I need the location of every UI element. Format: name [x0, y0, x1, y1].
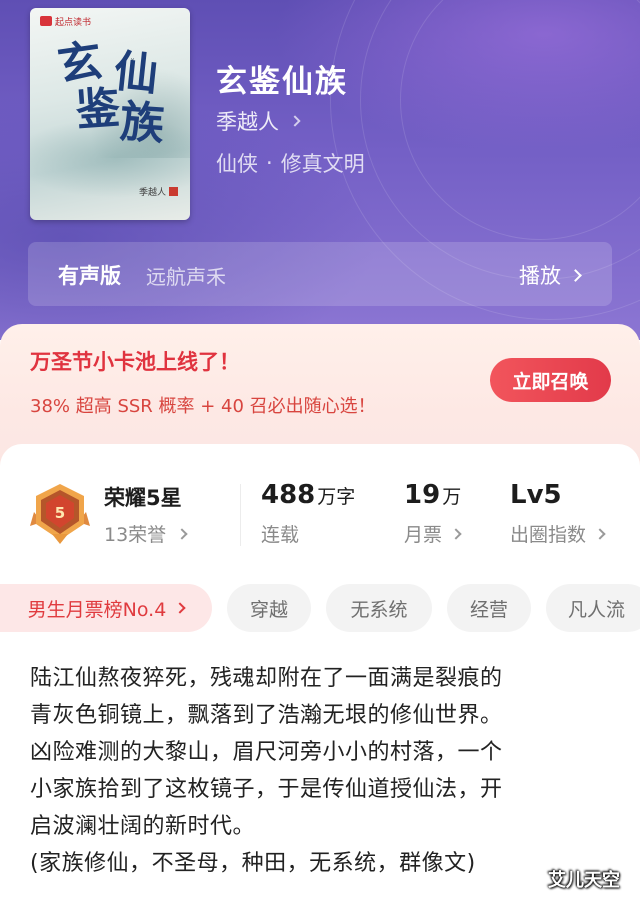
stat-value: Lv5: [510, 480, 562, 510]
honor-medal-icon: 5: [30, 482, 90, 546]
ranking-tag[interactable]: 男生月票榜No.4: [0, 584, 212, 632]
honor-link[interactable]: 13荣誉: [104, 520, 188, 547]
stat-unit: 万: [442, 486, 462, 508]
synopsis-line: (家族修仙，不圣母，种田，无系统，群像文): [30, 851, 476, 876]
watermark: 艾儿天空: [548, 870, 620, 891]
cover-title-char: 仙: [111, 45, 161, 102]
audiobook-narrator: 远航声禾: [146, 265, 226, 289]
cover-badge-text: 起点读书: [55, 17, 92, 28]
author-link[interactable]: 季越人: [216, 106, 301, 136]
medal-level: 5: [55, 504, 65, 522]
audiobook-bar[interactable]: 有声版 远航声禾 播放: [28, 242, 612, 306]
book-cover[interactable]: 起点读书 ˅ ˅ 玄 仙 鉴 族 季越人: [30, 8, 190, 220]
promo-description: 38% 超高 SSR 概率 + 40 召必出随心选！: [30, 396, 376, 417]
play-label: 播放: [519, 264, 561, 288]
stat-unit: 万字: [317, 486, 356, 508]
stat-value: 19: [404, 480, 441, 510]
synopsis-line: 凶险难测的大黎山，眉尺河旁小小的村落，一个: [30, 740, 503, 765]
cover-title-char: 鉴: [74, 82, 122, 137]
genre-separator: ·: [266, 151, 273, 175]
honor-count: 13荣誉: [104, 524, 167, 546]
summon-button[interactable]: 立即召唤: [490, 358, 611, 402]
cover-calligraphy-title: 玄 仙 鉴 族: [54, 35, 188, 182]
play-button[interactable]: 播放: [519, 260, 582, 290]
chevron-right-icon: [176, 527, 188, 540]
chevron-right-icon: [594, 527, 606, 540]
book-genre: 仙侠 · 修真文明: [216, 148, 365, 178]
stat-value: 488: [261, 480, 316, 510]
chevron-right-icon: [174, 602, 186, 614]
genre-tag[interactable]: 经营: [447, 584, 531, 632]
stat-label: 出圈指数: [510, 524, 587, 546]
stat-label: 连载: [261, 524, 300, 546]
ranking-label: 男生月票榜No.4: [27, 598, 167, 621]
genre-tag[interactable]: 穿越: [227, 584, 311, 632]
chevron-right-icon: [450, 527, 462, 540]
medal-graphic: 5: [30, 484, 90, 544]
promo-title: 万圣节小卡池上线了！: [30, 350, 240, 374]
author-name: 季越人: [216, 110, 279, 134]
genre-tag[interactable]: 凡人流: [546, 584, 640, 632]
stat-popularity-index[interactable]: Lv5 出圈指数: [510, 480, 606, 547]
stat-word-count: 488 万字 连载: [261, 480, 355, 547]
cover-author: 季越人: [139, 185, 178, 198]
stat-monthly-tickets[interactable]: 19 万 月票: [404, 480, 462, 547]
seal-icon: [169, 187, 178, 196]
book-header: 起点读书 ˅ ˅ 玄 仙 鉴 族 季越人 玄鉴仙族 季越人 仙侠 · 修真文明 …: [0, 0, 640, 340]
synopsis-line: 小家族拾到了这枚镜子，于是传仙道授仙法，开: [30, 777, 503, 802]
stat-label: 月票: [404, 524, 443, 546]
synopsis-line: 陆江仙熬夜猝死，残魂却附在了一面满是裂痕的: [30, 666, 503, 691]
cover-publisher-badge: 起点读书: [36, 14, 95, 28]
genre-sub: 修真文明: [280, 152, 365, 176]
chevron-right-icon: [289, 115, 301, 127]
divider: [240, 484, 241, 546]
book-title: 玄鉴仙族: [216, 64, 348, 100]
tag-strip: 男生月票榜No.4 穿越 无系统 经营 凡人流: [0, 584, 640, 632]
honor-title: 荣耀5星: [104, 486, 182, 510]
qidian-logo-icon: [40, 16, 52, 26]
genre-main: 仙侠: [216, 152, 258, 176]
audiobook-label: 有声版: [58, 264, 121, 288]
synopsis-line: 启波澜壮阔的新时代。: [30, 814, 256, 839]
cover-title-char: 玄: [54, 35, 106, 92]
cover-author-name: 季越人: [138, 188, 166, 198]
synopsis-line: 青灰色铜镜上，飘落到了浩瀚无垠的修仙世界。: [30, 703, 503, 728]
genre-tag[interactable]: 无系统: [326, 584, 432, 632]
chevron-right-icon: [569, 268, 582, 282]
cover-title-char: 族: [118, 96, 166, 151]
book-synopsis[interactable]: 陆江仙熬夜猝死，残魂却附在了一面满是裂痕的 青灰色铜镜上，飘落到了浩瀚无垠的修仙…: [30, 660, 610, 882]
